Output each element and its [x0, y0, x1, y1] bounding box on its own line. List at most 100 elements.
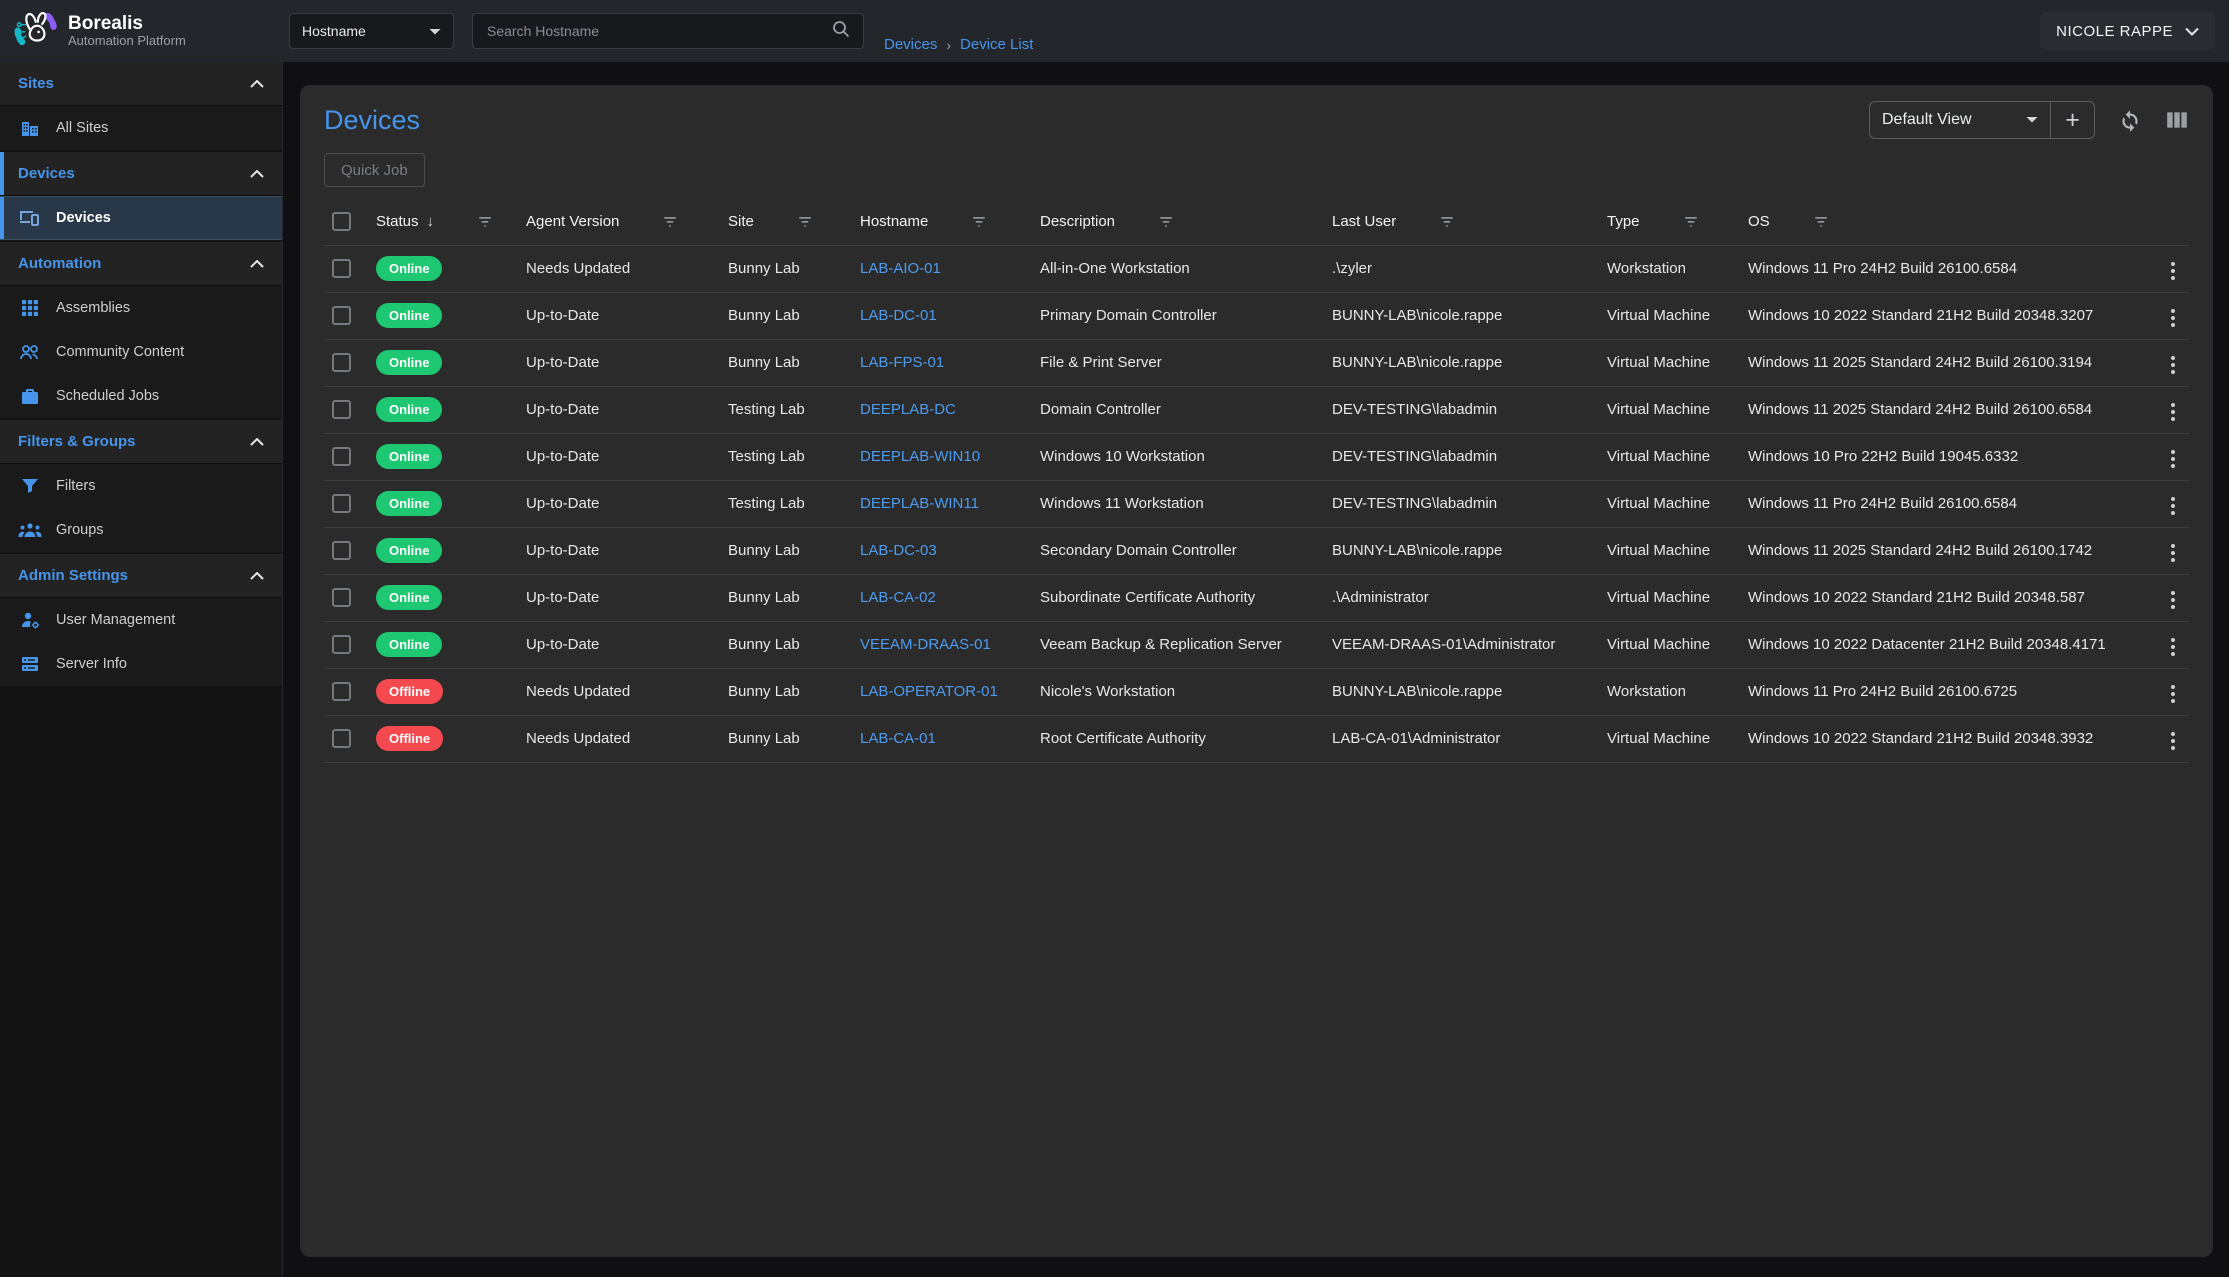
body: SitesAll SitesDevicesDevicesAutomationAs… — [0, 62, 2229, 1277]
panel-controls: Default View + — [1869, 101, 2189, 139]
os-cell: Windows 10 2022 Standard 21H2 Build 2034… — [1740, 574, 2139, 621]
description-cell: Windows 10 Workstation — [1032, 433, 1324, 480]
filter-icon[interactable] — [476, 216, 494, 228]
columns-icon[interactable] — [2165, 109, 2189, 131]
page-title: Devices — [324, 105, 420, 136]
description-cell: Veeam Backup & Replication Server — [1032, 621, 1324, 668]
sidebar-item-assemblies[interactable]: Assemblies — [0, 286, 282, 330]
filter-icon[interactable] — [796, 216, 814, 228]
row-actions-cell — [2139, 621, 2189, 668]
row-checkbox[interactable] — [332, 729, 351, 748]
column-label[interactable]: Site — [728, 213, 754, 230]
status-cell: Offline — [368, 668, 518, 715]
view-selector-dropdown[interactable]: Default View — [1870, 102, 2050, 138]
row-menu-button[interactable] — [2165, 446, 2181, 472]
chevron-down-icon — [2185, 23, 2199, 40]
row-checkbox[interactable] — [332, 588, 351, 607]
row-menu-button[interactable] — [2165, 352, 2181, 378]
hostname-link[interactable]: LAB-DC-01 — [860, 307, 937, 324]
section-label: Devices — [18, 165, 75, 182]
column-label[interactable]: Agent Version — [526, 213, 619, 230]
filter-icon[interactable] — [970, 216, 988, 228]
sidebar-section-header-filters-groups[interactable]: Filters & Groups — [0, 420, 282, 464]
row-menu-button[interactable] — [2165, 399, 2181, 425]
row-checkbox[interactable] — [332, 447, 351, 466]
breadcrumb-device-list[interactable]: Device List — [960, 36, 1033, 53]
search-field-dropdown[interactable]: Hostname — [289, 13, 454, 49]
hostname-cell: LAB-OPERATOR-01 — [852, 668, 1032, 715]
hostname-link[interactable]: LAB-FPS-01 — [860, 354, 944, 371]
filter-icon[interactable] — [1682, 216, 1700, 228]
column-label[interactable]: OS — [1748, 213, 1770, 230]
sidebar-item-all-sites[interactable]: All Sites — [0, 106, 282, 150]
row-checkbox-cell — [324, 668, 368, 715]
column-label[interactable]: Status — [376, 213, 419, 230]
search-box[interactable] — [472, 13, 864, 49]
sidebar-section-header-sites[interactable]: Sites — [0, 62, 282, 106]
hostname-link[interactable]: VEEAM-DRAAS-01 — [860, 636, 991, 653]
hostname-link[interactable]: LAB-CA-02 — [860, 589, 936, 606]
sidebar-section-header-admin-settings[interactable]: Admin Settings — [0, 554, 282, 598]
sidebar-item-community-content[interactable]: Community Content — [0, 330, 282, 374]
row-checkbox[interactable] — [332, 306, 351, 325]
sidebar-section-header-automation[interactable]: Automation — [0, 242, 282, 286]
sidebar-item-filters[interactable]: Filters — [0, 464, 282, 508]
row-checkbox[interactable] — [332, 541, 351, 560]
sidebar-item-server-info[interactable]: Server Info — [0, 642, 282, 686]
description-cell: Domain Controller — [1032, 386, 1324, 433]
filter-funnel-icon — [18, 477, 42, 495]
description-cell: Windows 11 Workstation — [1032, 480, 1324, 527]
row-checkbox[interactable] — [332, 259, 351, 278]
sidebar-item-user-management[interactable]: User Management — [0, 598, 282, 642]
search-icon[interactable] — [831, 19, 851, 44]
hostname-link[interactable]: LAB-CA-01 — [860, 730, 936, 747]
filter-icon[interactable] — [1812, 216, 1830, 228]
brand-text: Borealis Automation Platform — [68, 13, 186, 50]
sidebar-item-groups[interactable]: Groups — [0, 508, 282, 552]
hostname-link[interactable]: DEEPLAB-WIN10 — [860, 448, 980, 465]
row-checkbox[interactable] — [332, 353, 351, 372]
row-checkbox[interactable] — [332, 682, 351, 701]
row-menu-button[interactable] — [2165, 634, 2181, 660]
device-row: OnlineUp-to-DateBunny LabLAB-CA-02Subord… — [324, 574, 2189, 621]
row-menu-button[interactable] — [2165, 258, 2181, 284]
filter-icon[interactable] — [1438, 216, 1456, 228]
column-label[interactable]: Hostname — [860, 213, 928, 230]
refresh-icon[interactable] — [2117, 107, 2143, 133]
hostname-link[interactable]: LAB-AIO-01 — [860, 260, 941, 277]
hostname-link[interactable]: DEEPLAB-DC — [860, 401, 956, 418]
user-menu-button[interactable]: NICOLE RAPPE — [2040, 12, 2215, 50]
hostname-link[interactable]: LAB-DC-03 — [860, 542, 937, 559]
column-label[interactable]: Description — [1040, 213, 1115, 230]
sidebar-item-devices[interactable]: Devices — [0, 196, 282, 240]
filter-icon[interactable] — [1157, 216, 1175, 228]
search-field-value: Hostname — [302, 23, 366, 39]
breadcrumb-devices[interactable]: Devices — [884, 36, 937, 53]
type-cell: Virtual Machine — [1599, 621, 1740, 668]
filter-icon[interactable] — [661, 216, 679, 228]
sidebar-item-scheduled-jobs[interactable]: Scheduled Jobs — [0, 374, 282, 418]
search-input[interactable] — [485, 22, 815, 40]
add-view-button[interactable]: + — [2050, 102, 2094, 138]
row-checkbox-cell — [324, 574, 368, 621]
row-menu-button[interactable] — [2165, 587, 2181, 613]
column-label[interactable]: Type — [1607, 213, 1640, 230]
select-all-checkbox[interactable] — [332, 212, 351, 231]
row-menu-button[interactable] — [2165, 728, 2181, 754]
item-label: Groups — [56, 522, 104, 538]
quick-job-button[interactable]: Quick Job — [324, 153, 425, 187]
column-label[interactable]: Last User — [1332, 213, 1396, 230]
row-checkbox[interactable] — [332, 494, 351, 513]
sidebar-section-header-devices[interactable]: Devices — [0, 152, 282, 196]
description-cell: Secondary Domain Controller — [1032, 527, 1324, 574]
last-user-cell: BUNNY-LAB\nicole.rappe — [1324, 668, 1599, 715]
row-menu-button[interactable] — [2165, 305, 2181, 331]
row-menu-button[interactable] — [2165, 540, 2181, 566]
hostname-link[interactable]: LAB-OPERATOR-01 — [860, 683, 998, 700]
row-checkbox[interactable] — [332, 400, 351, 419]
status-cell: Online — [368, 574, 518, 621]
row-checkbox[interactable] — [332, 635, 351, 654]
row-menu-button[interactable] — [2165, 493, 2181, 519]
hostname-link[interactable]: DEEPLAB-WIN11 — [860, 495, 979, 512]
row-menu-button[interactable] — [2165, 681, 2181, 707]
